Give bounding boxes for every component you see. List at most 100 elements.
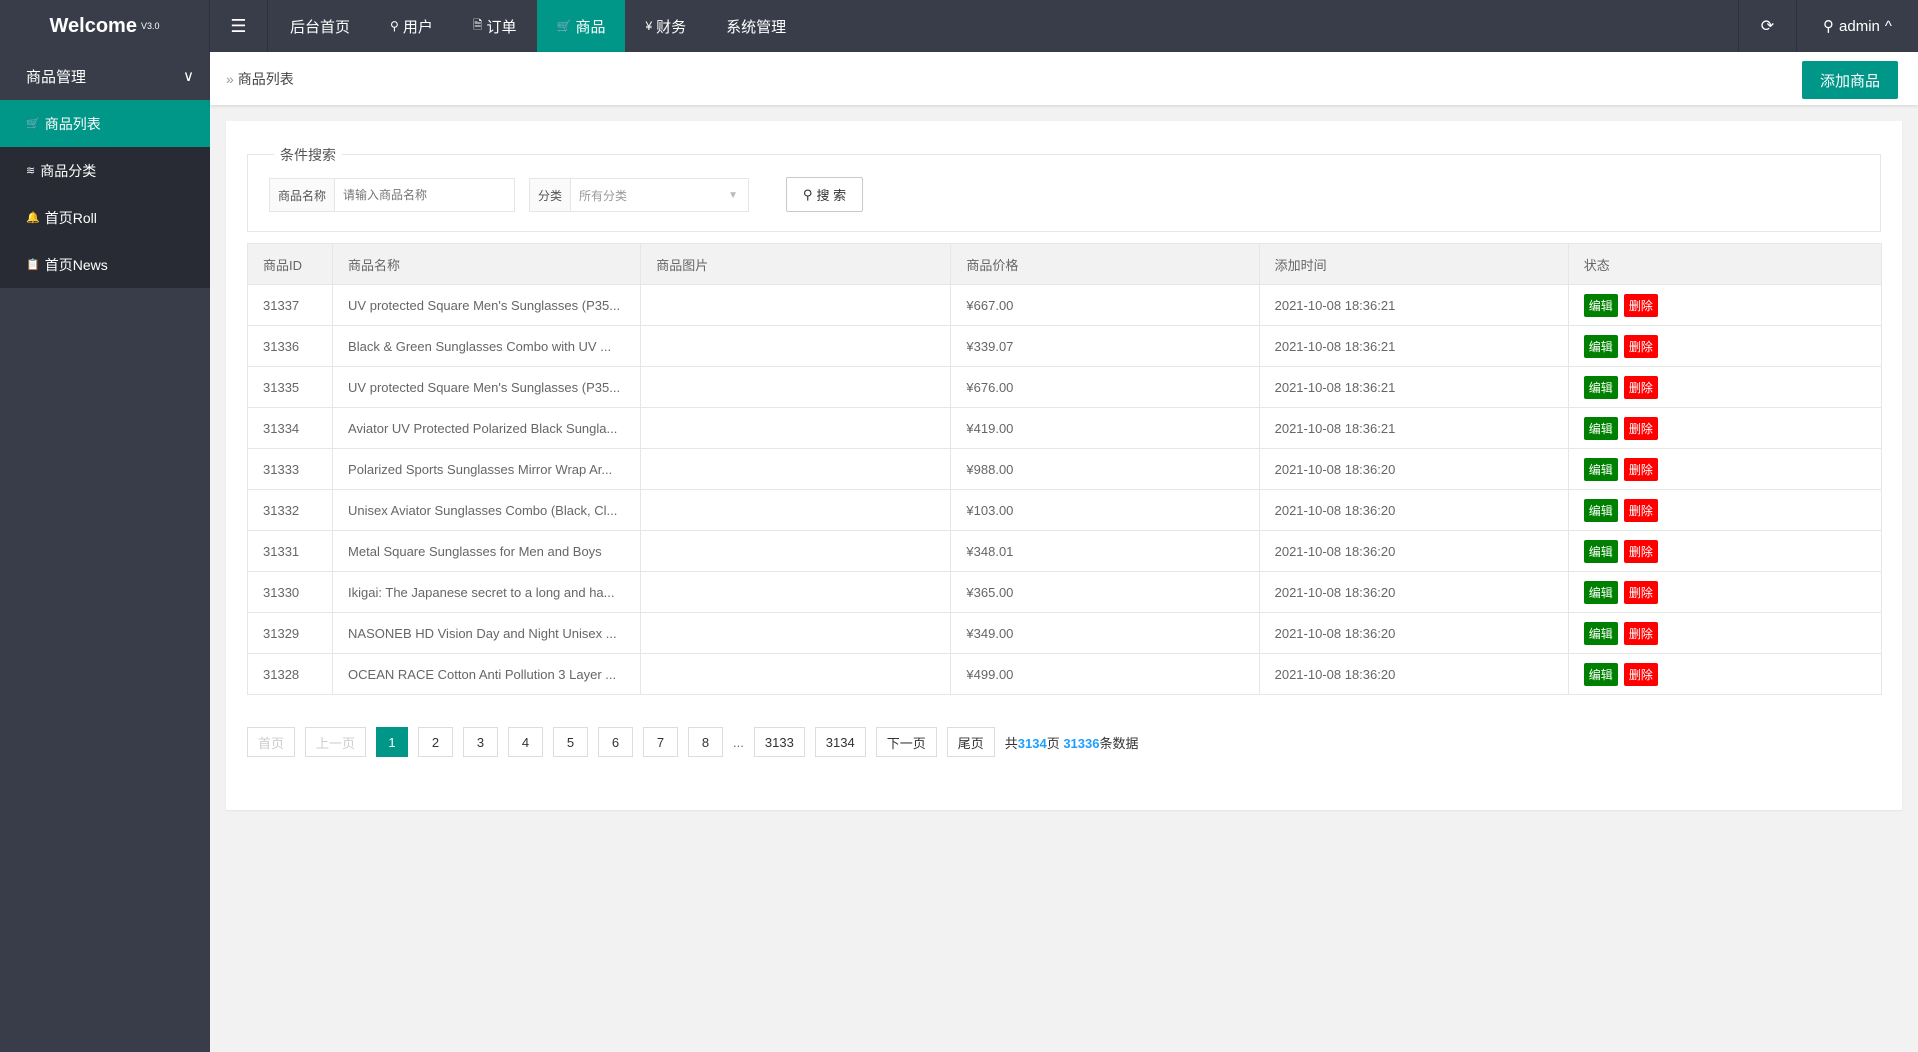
product-id: 31337 — [246, 284, 334, 326]
delete-button[interactable]: 删除 — [1623, 621, 1658, 645]
user-icon: ⚲ — [1823, 18, 1835, 35]
product-name-input[interactable] — [335, 179, 506, 211]
nav-item-3[interactable]: 🛒 商品 — [536, 0, 626, 52]
content-card: 条件搜索 商品名称 分类 所有分类 ▼ ⚲搜 索 商品ID商品名称商品图片商品价… — [226, 121, 1902, 810]
last-page-button[interactable]: 尾页 — [946, 727, 995, 757]
cart-icon: 🛒 — [26, 118, 40, 130]
nav-item-0[interactable]: 后台首页 — [270, 0, 370, 52]
added-time: 2021-10-08 18:36:20 — [1258, 571, 1569, 613]
sidebar-group-goods[interactable]: 商品管理 ∨ — [0, 52, 210, 100]
added-time: 2021-10-08 18:36:21 — [1258, 284, 1569, 326]
delete-button[interactable]: 删除 — [1623, 580, 1658, 604]
sidebar-item-2[interactable]: 🔔 首页Roll — [0, 194, 210, 241]
first-page-button[interactable]: 首页 — [247, 727, 296, 757]
page-5-button[interactable]: 5 — [553, 727, 589, 757]
version-label: V3.0 — [140, 21, 160, 31]
add-product-button[interactable]: 添加商品 — [1802, 61, 1898, 99]
actions-cell: 编辑 删除 — [1567, 530, 1883, 572]
dropdown-arrow-icon: ▼ — [728, 189, 738, 201]
sidebar-item-1[interactable]: ≋ 商品分类 — [0, 147, 210, 194]
nav-item-5[interactable]: 系统管理 — [706, 0, 806, 52]
delete-button[interactable]: 删除 — [1623, 293, 1658, 317]
product-price: ¥988.00 — [950, 448, 1260, 490]
product-price: ¥676.00 — [950, 366, 1260, 408]
product-name-group: 商品名称 — [269, 178, 515, 212]
page-3134-button[interactable]: 3134 — [814, 727, 866, 757]
edit-button[interactable]: 编辑 — [1583, 416, 1618, 440]
product-price: ¥349.00 — [950, 612, 1260, 654]
menu-toggle-icon[interactable]: ☰ — [210, 0, 268, 52]
actions-cell: 编辑 删除 — [1567, 284, 1883, 326]
edit-button[interactable]: 编辑 — [1583, 498, 1618, 522]
product-price: ¥499.00 — [950, 653, 1260, 695]
edit-button[interactable]: 编辑 — [1583, 621, 1618, 645]
product-image-cell — [640, 489, 952, 531]
product-price: ¥365.00 — [950, 571, 1260, 613]
page-3133-button[interactable]: 3133 — [753, 727, 805, 757]
product-table: 商品ID 商品名称 商品图片 商品价格 添加时间 状态 31337 UV protected… — [246, 243, 1883, 695]
actions-cell: 编辑 删除 — [1567, 407, 1883, 449]
added-time: 2021-10-08 18:36:20 — [1258, 653, 1569, 695]
prev-page-button[interactable]: 上一页 — [305, 727, 367, 757]
added-time: 2021-10-08 18:36:21 — [1258, 407, 1569, 449]
nav-item-1[interactable]: ⚲ 用户 — [370, 0, 453, 52]
edit-button[interactable]: 编辑 — [1583, 375, 1618, 399]
edit-button[interactable]: 编辑 — [1583, 457, 1618, 481]
page-4-button[interactable]: 4 — [508, 727, 544, 757]
page-8-button[interactable]: 8 — [688, 727, 724, 757]
delete-button[interactable]: 删除 — [1623, 457, 1658, 481]
page-7-button[interactable]: 7 — [643, 727, 679, 757]
page-3-button[interactable]: 3 — [463, 727, 499, 757]
edit-button[interactable]: 编辑 — [1583, 580, 1618, 604]
category-select[interactable]: 分类 所有分类 ▼ — [529, 178, 749, 212]
delete-button[interactable]: 删除 — [1623, 662, 1658, 686]
actions-cell: 编辑 删除 — [1567, 653, 1883, 695]
delete-button[interactable]: 删除 — [1623, 498, 1658, 522]
pagination-total: 共3134页 31336条数据 — [1004, 735, 1139, 751]
product-price: ¥103.00 — [950, 489, 1260, 531]
product-image-cell — [640, 366, 952, 408]
nav-item-2[interactable]: 🗎 订单 — [453, 0, 537, 52]
chevron-down-icon: ∨ — [183, 68, 194, 85]
refresh-icon[interactable]: ⟳ — [1738, 0, 1796, 52]
table-row: 31334 Aviator UV Protected Polarized Blac… — [246, 407, 1883, 449]
product-price: ¥419.00 — [950, 407, 1260, 449]
table-row: 31332 Unisex Aviator Sunglasses Combo (Bl… — [246, 489, 1883, 531]
page-6-button[interactable]: 6 — [598, 727, 634, 757]
added-time: 2021-10-08 18:36:20 — [1258, 489, 1569, 531]
search-button[interactable]: ⚲ 搜 索 — [786, 177, 863, 212]
table-row: 31337 UV protected Square Men's Sunglasse… — [246, 284, 1883, 326]
double-chevron-icon: » — [226, 70, 234, 87]
product-image-cell — [640, 653, 952, 695]
product-id: 31330 — [246, 571, 334, 613]
column-header: 商品图片 — [640, 243, 952, 285]
table-row: 31335 UV protected Square Men's Sunglasse… — [246, 366, 1883, 408]
product-price: ¥339.07 — [950, 325, 1260, 367]
page-2-button[interactable]: 2 — [418, 727, 454, 757]
user-menu[interactable]: ⚲ admin ^ — [1796, 0, 1918, 52]
edit-button[interactable]: 编辑 — [1583, 334, 1618, 358]
column-header: 商品名称 — [332, 243, 642, 285]
next-page-button[interactable]: 下一页 — [875, 727, 937, 757]
sidebar-item-3[interactable]: 📋 首页News — [0, 241, 210, 288]
sidebar: 商品管理 ∨ 🛒 商品列表 ≋ 商品分类 🔔 首页Roll 📋 首页News — [0, 52, 210, 1052]
page-1-button[interactable]: 1 — [376, 727, 409, 757]
product-id: 31329 — [246, 612, 334, 654]
product-name: NASONEB HD Vision Day and Night Unisex .… — [332, 612, 642, 654]
added-time: 2021-10-08 18:36:20 — [1258, 530, 1569, 572]
product-name: UV protected Square Men's Sunglasses (P3… — [332, 284, 642, 326]
layers-icon: ≋ — [26, 165, 36, 177]
edit-button[interactable]: 编辑 — [1583, 293, 1618, 317]
edit-button[interactable]: 编辑 — [1583, 539, 1618, 563]
product-image-cell — [640, 284, 952, 326]
cart-icon: 🛒 — [556, 19, 572, 33]
delete-button[interactable]: 删除 — [1623, 334, 1658, 358]
edit-button[interactable]: 编辑 — [1583, 662, 1618, 686]
table-row: 31330 Ikigai: The Japanese secret to a lo… — [246, 571, 1883, 613]
delete-button[interactable]: 删除 — [1623, 539, 1658, 563]
nav-item-4[interactable]: ¥ 财务 — [625, 0, 706, 52]
sidebar-item-0[interactable]: 🛒 商品列表 — [0, 100, 210, 147]
delete-button[interactable]: 删除 — [1623, 416, 1658, 440]
delete-button[interactable]: 删除 — [1623, 375, 1658, 399]
product-id: 31331 — [246, 530, 334, 572]
